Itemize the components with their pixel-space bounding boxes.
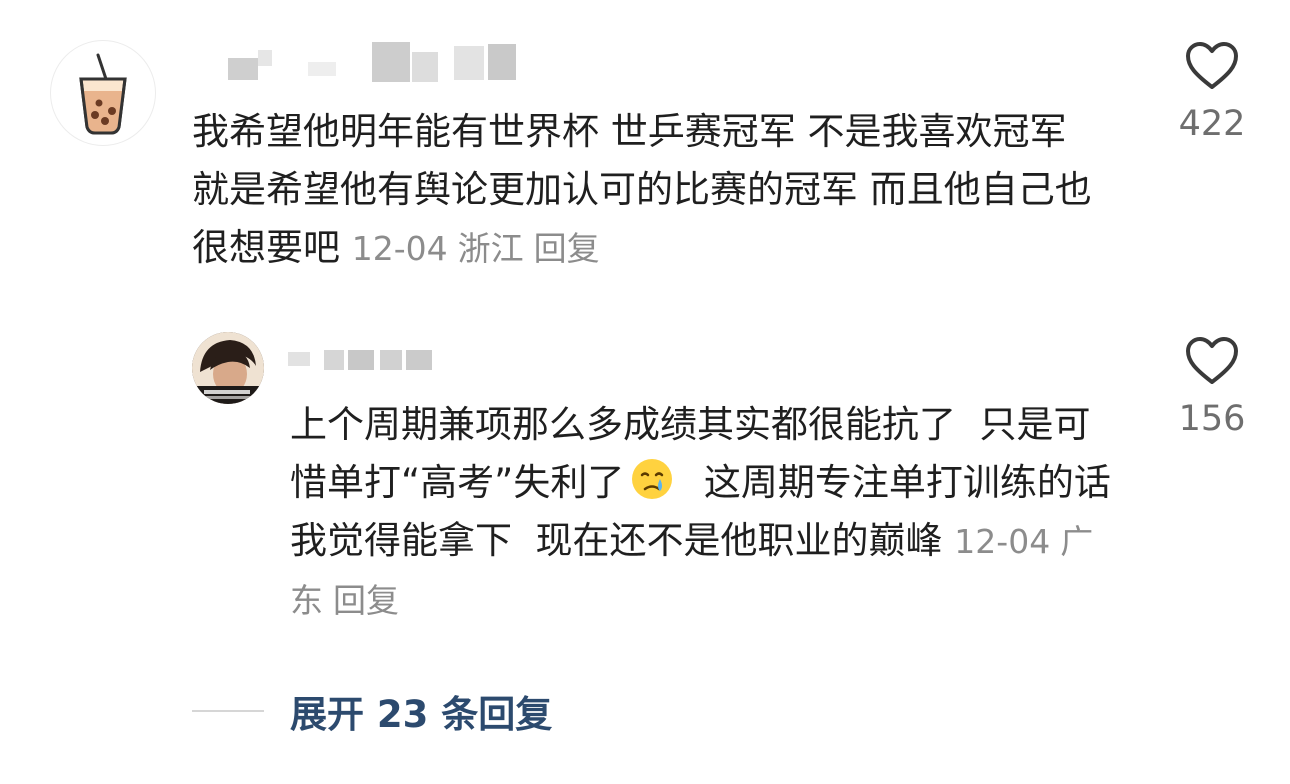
divider-line xyxy=(192,710,264,712)
comment-date: 12-04 xyxy=(954,522,1051,561)
bubble-tea-icon xyxy=(79,53,127,135)
commenter-username-blurred[interactable] xyxy=(222,42,522,82)
crying-face-emoji xyxy=(632,459,673,499)
heart-icon xyxy=(1186,42,1238,89)
commenter-avatar[interactable] xyxy=(50,40,156,146)
person-photo-avatar xyxy=(192,332,264,404)
like-button[interactable]: 156 xyxy=(1162,337,1262,439)
expand-replies-row[interactable]: 展开 23 条回复 xyxy=(192,683,552,739)
like-count: 156 xyxy=(1178,399,1246,439)
commenter-username-blurred[interactable] xyxy=(288,344,438,384)
reply-button[interactable]: 回复 xyxy=(534,229,600,268)
comment-meta: 12-04 浙江 回复 xyxy=(352,229,610,268)
comment-body: 我希望他明年能有世界杯 世乒赛冠军 不是我喜欢冠军 就是希望他有舆论更加认可的比… xyxy=(192,110,1092,269)
comment-date: 12-04 xyxy=(351,229,448,268)
like-count: 422 xyxy=(1178,104,1246,144)
comment-location: 浙江 xyxy=(457,229,524,268)
reply-button[interactable]: 回复 xyxy=(333,581,399,620)
comment-text: 我希望他明年能有世界杯 世乒赛冠军 不是我喜欢冠军 就是希望他有舆论更加认可的比… xyxy=(192,103,1112,278)
expand-replies-button[interactable]: 展开 23 条回复 xyxy=(290,684,552,738)
like-button[interactable]: 422 xyxy=(1162,42,1262,144)
commenter-avatar[interactable] xyxy=(192,332,264,404)
heart-icon xyxy=(1186,337,1238,384)
comment-text: 上个周期兼项那么多成绩其实都很能抗了 只是可惜单打“高考”失利了 这周期专注单打… xyxy=(290,396,1120,630)
